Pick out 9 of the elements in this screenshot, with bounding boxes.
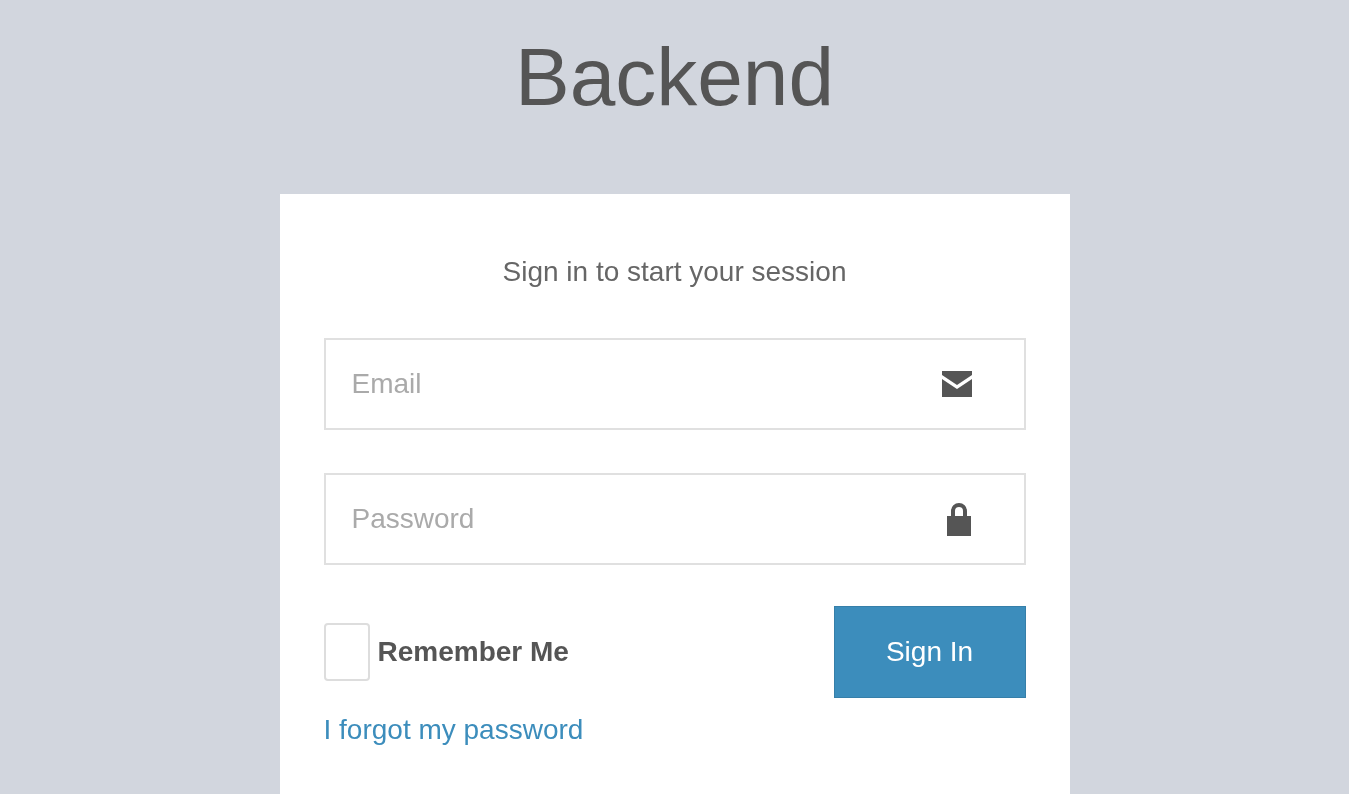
remember-label: Remember Me — [377, 636, 569, 669]
sign-in-button[interactable]: Sign In — [833, 606, 1026, 699]
forgot-password-link[interactable]: I forgot my password — [323, 714, 584, 747]
logo-text: Backend — [514, 30, 835, 124]
mail-icon — [939, 369, 974, 400]
email-field[interactable]: Email — [323, 338, 1026, 431]
remember-checkbox[interactable] — [323, 623, 370, 682]
password-field[interactable]: Password — [323, 473, 1026, 566]
login-message: Sign in to start your session — [501, 256, 848, 289]
